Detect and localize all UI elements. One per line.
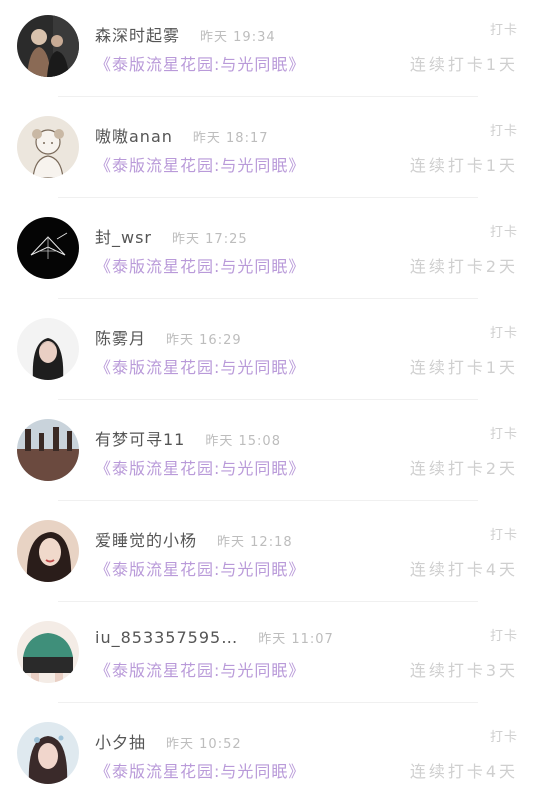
row-divider [58,197,478,198]
streak-count: 连续打卡3天 [409,661,518,680]
group-link[interactable]: 《泰版流星花园:与光同眠》 [95,354,305,378]
user-name[interactable]: 封_wsr [95,224,152,248]
group-link[interactable]: 《泰版流星花园:与光同眠》 [95,556,305,580]
checkin-row[interactable]: iu_853357595… 昨天 11:07 《泰版流星花园:与光同眠》 打卡 … [0,606,540,707]
group-link[interactable]: 《泰版流星花园:与光同眠》 [95,253,305,277]
user-avatar[interactable] [17,318,79,380]
user-name[interactable]: iu_853357595… [95,628,238,647]
checkin-row[interactable]: 小夕抽 昨天 10:52 《泰版流星花园:与光同眠》 打卡 连续打卡4天 [0,707,540,808]
checkin-list: 森深时起雾 昨天 19:34 《泰版流星花园:与光同眠》 打卡 连续打卡1天 嗷… [0,0,540,804]
checkin-time: 昨天 11:07 [258,632,334,647]
row-divider [58,96,478,97]
checkin-tag: 打卡 [489,730,518,745]
group-link[interactable]: 《泰版流星花园:与光同眠》 [95,51,305,75]
user-name[interactable]: 爱睡觉的小杨 [95,527,197,551]
user-name[interactable]: 有梦可寻11 [95,426,185,450]
checkin-tag: 打卡 [489,326,518,341]
user-avatar[interactable] [17,217,79,279]
streak-count: 连续打卡2天 [409,257,518,276]
checkin-time: 昨天 10:52 [166,737,242,752]
streak-count: 连续打卡1天 [409,156,518,175]
checkin-tag: 打卡 [489,225,518,240]
group-link[interactable]: 《泰版流星花园:与光同眠》 [95,758,305,782]
group-link[interactable]: 《泰版流星花园:与光同眠》 [95,657,305,681]
checkin-tag: 打卡 [489,23,518,38]
group-link[interactable]: 《泰版流星花园:与光同眠》 [95,152,305,176]
checkin-time: 昨天 12:18 [217,535,293,550]
checkin-row[interactable]: 嗷嗷anan 昨天 18:17 《泰版流星花园:与光同眠》 打卡 连续打卡1天 [0,101,540,202]
checkin-time: 昨天 17:25 [172,232,248,247]
row-divider [58,500,478,501]
user-name[interactable]: 嗷嗷anan [95,123,173,147]
checkin-row[interactable]: 封_wsr 昨天 17:25 《泰版流星花园:与光同眠》 打卡 连续打卡2天 [0,202,540,303]
row-divider [58,702,478,703]
checkin-row[interactable]: 陈雾月 昨天 16:29 《泰版流星花园:与光同眠》 打卡 连续打卡1天 [0,303,540,404]
checkin-time: 昨天 16:29 [166,333,242,348]
checkin-tag: 打卡 [489,629,518,644]
checkin-time: 昨天 18:17 [192,131,269,146]
streak-count: 连续打卡4天 [409,762,518,781]
streak-count: 连续打卡1天 [409,55,518,74]
user-avatar[interactable] [17,419,79,481]
streak-count: 连续打卡4天 [409,560,518,579]
user-avatar[interactable] [17,116,79,178]
streak-count: 连续打卡1天 [409,358,518,377]
row-divider [58,298,478,299]
user-avatar[interactable] [17,520,79,582]
user-name[interactable]: 陈雾月 [95,325,146,349]
checkin-row[interactable]: 有梦可寻11 昨天 15:08 《泰版流星花园:与光同眠》 打卡 连续打卡2天 [0,404,540,505]
user-avatar[interactable] [17,722,79,784]
checkin-tag: 打卡 [489,124,518,139]
row-divider [58,601,478,602]
checkin-row[interactable]: 爱睡觉的小杨 昨天 12:18 《泰版流星花园:与光同眠》 打卡 连续打卡4天 [0,505,540,606]
checkin-row[interactable]: 森深时起雾 昨天 19:34 《泰版流星花园:与光同眠》 打卡 连续打卡1天 [0,0,540,101]
user-avatar[interactable] [17,621,79,683]
group-link[interactable]: 《泰版流星花园:与光同眠》 [95,455,305,479]
user-name[interactable]: 小夕抽 [95,729,146,753]
checkin-time: 昨天 19:34 [200,30,276,45]
checkin-tag: 打卡 [489,528,518,543]
user-avatar[interactable] [17,15,79,77]
streak-count: 连续打卡2天 [409,459,518,478]
user-name[interactable]: 森深时起雾 [95,22,180,46]
row-divider [58,399,478,400]
checkin-tag: 打卡 [489,427,518,442]
checkin-time: 昨天 15:08 [205,434,281,449]
